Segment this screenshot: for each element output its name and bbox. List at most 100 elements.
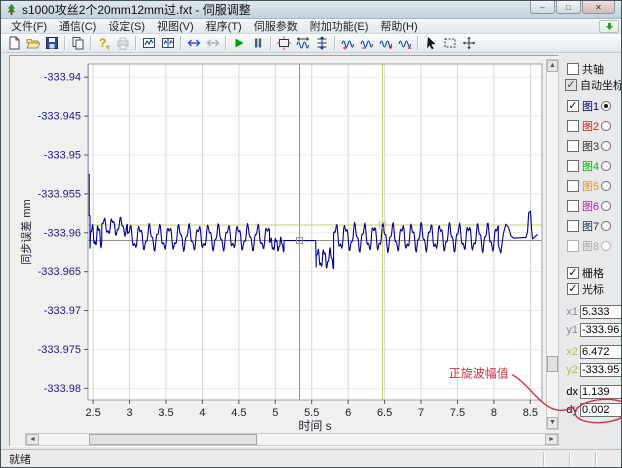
- window-title: s1000攻丝2个20mm12mm过.fxt - 伺服调整: [22, 1, 251, 18]
- fit-x-button[interactable]: [293, 35, 312, 52]
- menu-item-6[interactable]: 附加功能(E): [304, 21, 375, 33]
- x-tick-label: 2.5: [85, 407, 100, 419]
- save-file-button[interactable]: [42, 35, 61, 52]
- plot-2-radio[interactable]: [601, 121, 611, 131]
- plot-7-radio[interactable]: [601, 221, 611, 231]
- plot-2-checkbox[interactable]: [567, 120, 579, 132]
- y2-label: y2: [563, 364, 578, 376]
- cursor-label: 光标: [582, 281, 604, 297]
- wave1-icon: [341, 36, 355, 50]
- plot-6-radio[interactable]: [601, 201, 611, 211]
- menu-item-7[interactable]: 帮助(H): [374, 21, 423, 33]
- pause-sampling-button[interactable]: [248, 35, 267, 52]
- coaxial-checkbox[interactable]: [567, 63, 579, 75]
- chart-horizontal-scrollbar[interactable]: ◄ ►: [25, 433, 559, 446]
- horizontal-scroll-thumb[interactable]: [89, 434, 257, 445]
- open-icon: [26, 36, 40, 50]
- dy-input[interactable]: [580, 403, 622, 417]
- plot-5-checkbox[interactable]: [567, 180, 579, 192]
- vertical-scroll-thumb[interactable]: [547, 356, 558, 372]
- menu-overflow-button[interactable]: [599, 20, 619, 33]
- chart-vertical-scrollbar[interactable]: ▲ ▼: [546, 59, 559, 430]
- minimize-button[interactable]: –: [530, 1, 555, 14]
- plot-row-6: 图6: [563, 198, 622, 213]
- scroll-down-button[interactable]: ▼: [547, 417, 558, 429]
- wave-zoom-out-button[interactable]: [357, 35, 376, 52]
- expand-x-button[interactable]: [184, 35, 203, 52]
- window-2-button[interactable]: [158, 35, 177, 52]
- menu-item-2[interactable]: 设定(S): [102, 21, 151, 33]
- harrow-icon: [187, 36, 201, 50]
- x-tick-label: 8.5: [523, 407, 538, 419]
- register-key-button[interactable]: [94, 35, 113, 52]
- fitxy-icon: [277, 36, 291, 50]
- menu-item-3[interactable]: 视图(V): [151, 21, 200, 33]
- menu-item-4[interactable]: 程序(T): [200, 21, 248, 33]
- menu-item-1[interactable]: 通信(C): [53, 21, 102, 33]
- chart-container: 2.533.544.555.566.577.588.5-333.94-333.9…: [9, 55, 559, 447]
- compress-x-button: [203, 35, 222, 52]
- copy-button[interactable]: [68, 35, 87, 52]
- cursor-row: ✓ 光标: [563, 281, 622, 296]
- plot-3-checkbox[interactable]: [567, 140, 579, 152]
- plot-5-radio[interactable]: [601, 181, 611, 191]
- menu-item-0[interactable]: 文件(F): [5, 21, 53, 33]
- plot-1-checkbox[interactable]: ✓: [567, 100, 579, 112]
- plot-1-label: 图1: [582, 98, 599, 114]
- y-tick-label: -333.94: [44, 72, 81, 84]
- scroll-right-button[interactable]: ►: [545, 434, 558, 445]
- y-tick-label: -333.955: [38, 188, 81, 200]
- dx-input[interactable]: [580, 385, 622, 399]
- annotation-text: 正旋波幅值: [449, 365, 509, 380]
- plot-3-radio[interactable]: [601, 141, 611, 151]
- green-down-arrow-icon: [605, 22, 614, 31]
- select-zoom-tool-button[interactable]: [440, 35, 459, 52]
- toolbar-separator: [135, 36, 136, 50]
- y-tick-label: -333.97: [44, 305, 81, 317]
- control-panel: 共轴 ✓ 自动坐标 ✓图1图2图3图4图5图6图7图8 ✓ 栅格 ✓ 光标 x1…: [561, 55, 622, 445]
- window-1-button[interactable]: [139, 35, 158, 52]
- fit-all-button[interactable]: [274, 35, 293, 52]
- wave-compress-y-button[interactable]: [376, 35, 395, 52]
- new-file-button[interactable]: [4, 35, 23, 52]
- key-icon: [97, 36, 111, 50]
- fit-y-button[interactable]: [312, 35, 331, 52]
- scroll-left-button[interactable]: ◄: [26, 434, 39, 445]
- save-icon: [45, 36, 59, 50]
- harrow-icon: [206, 36, 220, 50]
- plot-6-checkbox[interactable]: [567, 200, 579, 212]
- scroll-up-button[interactable]: ▲: [547, 60, 558, 72]
- wave-zoom-in-button[interactable]: [338, 35, 357, 52]
- wave4-icon: [398, 36, 412, 50]
- start-sampling-button[interactable]: [229, 35, 248, 52]
- plot-4-radio[interactable]: [601, 161, 611, 171]
- x-tick-label: 6.5: [377, 407, 392, 419]
- close-button[interactable]: ✕: [582, 1, 615, 14]
- menu-item-5[interactable]: 伺服参数: [248, 21, 304, 33]
- open-file-button[interactable]: [23, 35, 42, 52]
- maximize-button[interactable]: □: [556, 1, 581, 14]
- toolbar-separator: [180, 36, 181, 50]
- plot-4-checkbox[interactable]: [567, 160, 579, 172]
- plot-8-radio: [601, 241, 611, 251]
- y-tick-label: -333.98: [44, 383, 81, 395]
- pointer-tool-button[interactable]: [421, 35, 440, 52]
- cursor-checkbox[interactable]: ✓: [567, 283, 579, 295]
- y1-input[interactable]: [580, 323, 622, 337]
- x-tick-label: 3.5: [158, 407, 173, 419]
- toolbar: [1, 34, 621, 53]
- y-tick-label: -333.965: [38, 266, 81, 278]
- x1-input[interactable]: [580, 305, 622, 319]
- plot-2-label: 图2: [582, 118, 599, 134]
- plot-7-checkbox[interactable]: [567, 220, 579, 232]
- y-tick-label: -333.945: [38, 111, 81, 123]
- wave-expand-y-button[interactable]: [395, 35, 414, 52]
- autoscale-checkbox[interactable]: ✓: [565, 79, 577, 91]
- cursor-field-row-x2: x2: [563, 344, 622, 360]
- plot-1-radio[interactable]: [601, 101, 611, 111]
- x2-input[interactable]: [580, 345, 622, 359]
- pan-tool-button[interactable]: [459, 35, 478, 52]
- y2-input[interactable]: [580, 363, 622, 377]
- grid-checkbox[interactable]: ✓: [567, 267, 579, 279]
- plot-4-label: 图4: [582, 158, 599, 174]
